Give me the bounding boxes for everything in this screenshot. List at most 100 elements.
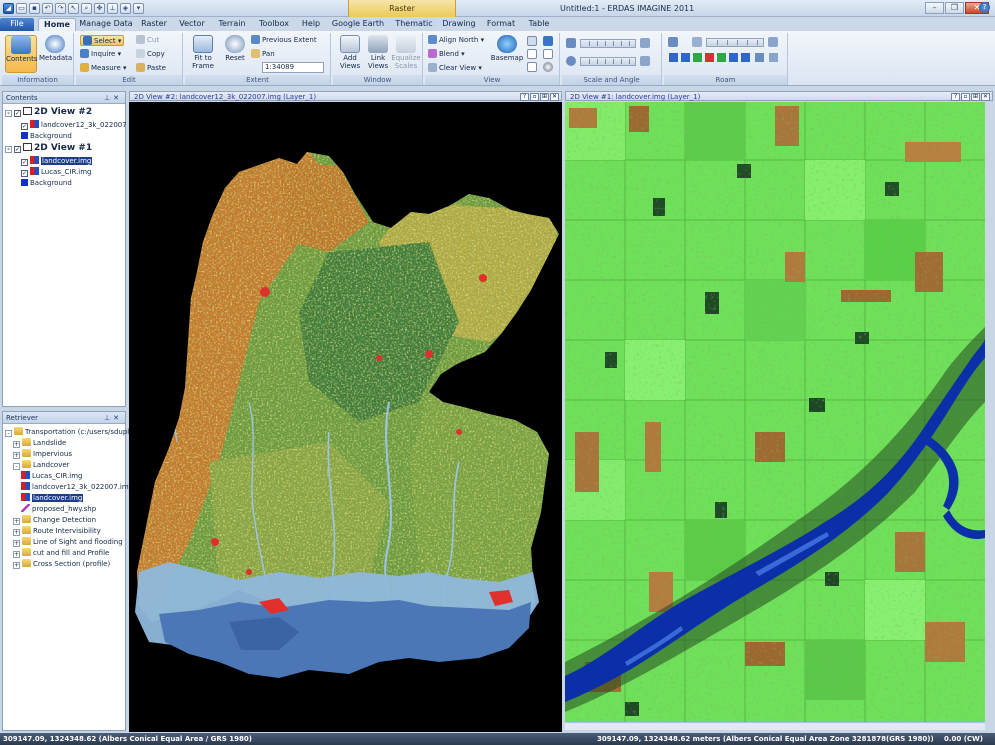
blend-button[interactable]: Blend ▾ <box>428 49 465 60</box>
view-close-icon[interactable]: ✕ <box>550 93 559 101</box>
rewind-icon[interactable] <box>681 53 690 62</box>
tab-file[interactable]: File <box>0 18 34 31</box>
roam-settings-icon[interactable] <box>769 53 778 62</box>
tab-google-earth[interactable]: Google Earth <box>330 18 386 31</box>
expand-icon[interactable]: + <box>13 529 20 536</box>
measure-button[interactable]: Measure ▾ <box>80 63 127 74</box>
panel-pin-close-icons[interactable]: ⊥✕ <box>104 412 122 424</box>
tree-item[interactable]: ✓ landcover.img <box>21 156 93 167</box>
metadata-button[interactable]: Metadata <box>39 35 72 73</box>
tree-item[interactable]: Background <box>21 178 72 189</box>
tree-item[interactable]: + Landslide <box>13 438 66 449</box>
left-view-title[interactable]: 2D View #2: landcover12_3k_022007.img (L… <box>129 91 562 101</box>
tab-help[interactable]: Help <box>297 18 325 31</box>
color-swatch-icon[interactable] <box>527 62 537 72</box>
checkbox-view-icon[interactable] <box>543 49 553 59</box>
layer-checkbox[interactable]: ✓ <box>14 146 21 153</box>
tree-item[interactable]: ✓ landcover12_3k_022007 <box>21 120 127 131</box>
layer-checkbox[interactable]: ✓ <box>14 110 21 117</box>
pan-icon[interactable]: ✥ <box>94 3 105 14</box>
tree-item[interactable]: landcover12_3k_022007.img <box>21 482 133 493</box>
scale-slider[interactable] <box>580 39 636 48</box>
tree-item[interactable]: + Impervious <box>13 449 72 460</box>
left-map-view[interactable] <box>129 102 562 732</box>
layer-checkbox[interactable]: ✓ <box>21 159 28 166</box>
paste-button[interactable]: Paste <box>136 63 166 74</box>
help-icon[interactable]: ? <box>979 2 990 13</box>
layer-checkbox[interactable]: ✓ <box>21 123 28 130</box>
tab-vector[interactable]: Vector <box>174 18 210 31</box>
tab-raster[interactable]: Raster <box>137 18 171 31</box>
right-view-horizontal-scrollbar[interactable] <box>565 722 985 730</box>
scale-input[interactable]: 1:34089 <box>262 62 324 73</box>
expand-icon[interactable]: + <box>13 518 20 525</box>
contents-button[interactable]: Contents <box>5 35 38 73</box>
layer-checkbox[interactable]: ✓ <box>21 170 28 177</box>
select-icon[interactable]: ↖ <box>68 3 79 14</box>
expand-icon[interactable]: + <box>13 562 20 569</box>
angle-options-icon[interactable] <box>640 56 650 66</box>
pan-button[interactable]: Pan <box>251 49 275 60</box>
redo-icon[interactable]: ↷ <box>55 3 66 14</box>
rectangle-icon[interactable] <box>527 49 537 59</box>
tab-thematic[interactable]: Thematic <box>392 18 436 31</box>
restore-icon[interactable]: ❐ <box>945 2 964 14</box>
clear-view-button[interactable]: Clear View ▾ <box>428 63 482 74</box>
stop-icon[interactable] <box>705 53 714 62</box>
tab-manage-data[interactable]: Manage Data <box>78 18 134 31</box>
tree-item[interactable]: + Change Detection <box>13 515 96 526</box>
undo-icon[interactable]: ↶ <box>42 3 53 14</box>
reset-button[interactable]: Reset <box>219 35 251 73</box>
skip-start-icon[interactable] <box>669 53 678 62</box>
view-float-icon[interactable]: ⊞ <box>540 93 549 101</box>
tab-toolbox[interactable]: Toolbox <box>254 18 294 31</box>
collapse-icon[interactable]: - <box>13 463 20 470</box>
app-menu-icon[interactable]: ◢ <box>3 3 14 14</box>
zoom-in-icon[interactable] <box>527 36 537 46</box>
save-icon[interactable]: ▪ <box>29 3 40 14</box>
view-help-icon[interactable]: ? <box>520 93 529 101</box>
collapse-icon[interactable]: - <box>5 430 12 437</box>
minimize-icon[interactable]: – <box>925 2 944 14</box>
tab-drawing[interactable]: Drawing <box>439 18 479 31</box>
zoom-icon[interactable]: ⌕ <box>81 3 92 14</box>
right-map-view[interactable] <box>565 102 985 722</box>
expand-icon[interactable]: + <box>13 452 20 459</box>
tree-item[interactable]: - ✓ 2D View #2 <box>5 106 92 119</box>
tree-item[interactable]: Background <box>21 131 72 142</box>
collapse-icon[interactable]: - <box>5 110 12 117</box>
align-north-button[interactable]: Align North ▾ <box>428 35 484 46</box>
tree-item[interactable]: + Line of Sight and flooding <box>13 537 123 548</box>
inquire-button[interactable]: Inquire ▾ <box>80 49 121 60</box>
tree-item[interactable]: + Cross Section (profile) <box>13 559 110 570</box>
tree-item[interactable]: - Landcover <box>13 460 70 471</box>
view-min-icon[interactable]: ▫ <box>530 93 539 101</box>
roam-mode-icon[interactable] <box>668 37 678 47</box>
tree-item[interactable]: + Route Intervisibility <box>13 526 101 537</box>
view-close-icon[interactable]: ✕ <box>981 93 990 101</box>
tab-terrain[interactable]: Terrain <box>213 18 251 31</box>
view-float-icon[interactable]: ⊞ <box>971 93 980 101</box>
previous-extent-button[interactable]: Previous Extent <box>251 35 317 46</box>
view-help-icon[interactable]: ? <box>951 93 960 101</box>
tree-item[interactable]: - ✓ 2D View #1 <box>5 142 92 155</box>
tab-home[interactable]: Home <box>38 18 76 31</box>
tree-item[interactable]: proposed_hwy.shp <box>21 504 96 515</box>
tree-item[interactable]: ✓ Lucas_CIR.img <box>21 167 92 178</box>
roam-refresh-icon[interactable] <box>755 53 764 62</box>
tree-item[interactable]: landcover.img <box>21 493 84 504</box>
layer-icon[interactable]: ◈ <box>120 3 131 14</box>
tree-item[interactable]: - Transportation (c:/users/sduplessis <box>5 427 146 438</box>
right-view-title[interactable]: 2D View #1: landcover.img (Layer_1) ? ▫ ⊞ ✕ <box>565 91 993 101</box>
select-button[interactable]: Select ▾ <box>80 35 125 46</box>
cut-button[interactable]: Cut <box>136 35 159 46</box>
tree-item[interactable]: Lucas_CIR.img <box>21 471 83 482</box>
measure-icon[interactable]: ⟂ <box>107 3 118 14</box>
equalize-scales-button[interactable]: Equalize Scales <box>390 35 422 73</box>
compass-icon[interactable] <box>543 62 553 72</box>
extent-icon[interactable] <box>543 36 553 46</box>
open-icon[interactable]: ▭ <box>16 3 27 14</box>
tab-table[interactable]: Table <box>524 18 554 31</box>
expand-icon[interactable]: + <box>13 441 20 448</box>
roam-slider[interactable] <box>706 38 764 47</box>
